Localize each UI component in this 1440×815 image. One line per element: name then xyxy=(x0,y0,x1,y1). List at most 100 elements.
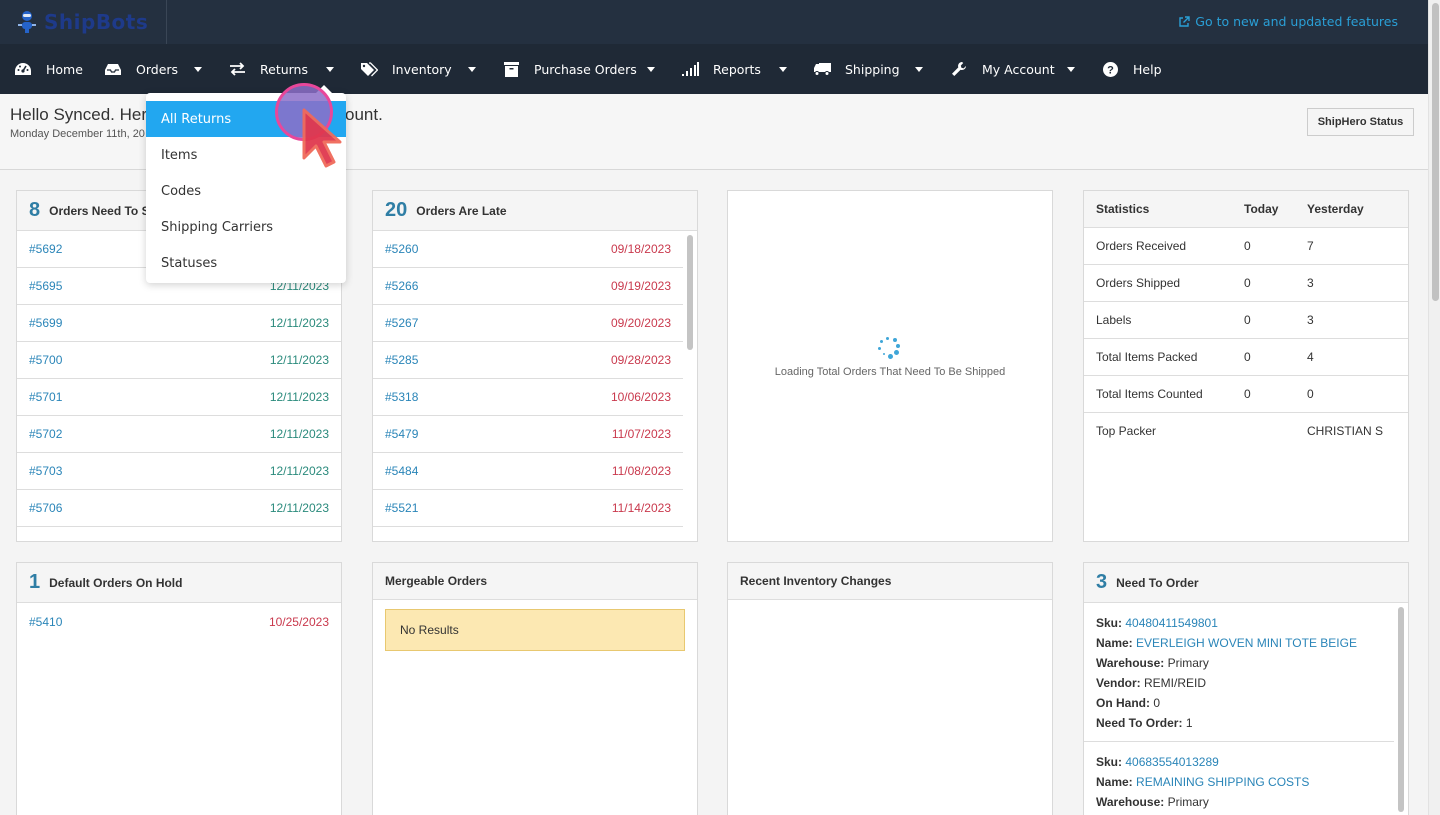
shipping-caret-icon[interactable] xyxy=(915,67,923,72)
stats-today: 0 xyxy=(1232,264,1295,302)
table-row[interactable]: #5318 10/06/2023 xyxy=(373,379,683,416)
table-row[interactable]: #5484 11/08/2023 xyxy=(373,453,683,490)
truck-icon xyxy=(813,61,831,77)
nav-my-account-label: My Account xyxy=(982,61,1055,77)
table-row[interactable]: #5706 12/11/2023 xyxy=(17,490,341,527)
order-link[interactable]: #5267 xyxy=(385,316,418,330)
warehouse-value: Primary xyxy=(1167,795,1209,809)
purchase-orders-caret-icon[interactable] xyxy=(647,67,655,72)
late-orders-list: #5260 09/18/2023 #5266 09/19/2023 #5267 09/20… xyxy=(373,231,683,527)
stats-yesterday: CHRISTIAN S xyxy=(1307,423,1384,438)
logo[interactable]: ShipBots xyxy=(16,0,168,44)
nav-inventory[interactable]: Inventory xyxy=(360,44,452,94)
product-name-link[interactable]: REMAINING SHIPPING COSTS xyxy=(1136,775,1309,789)
returns-caret-icon[interactable] xyxy=(326,67,334,72)
spinner-icon xyxy=(877,336,903,362)
statistics-panel: Statistics Today Yesterday Orders Receiv… xyxy=(1083,190,1409,542)
table-row[interactable]: #5260 09/18/2023 xyxy=(373,231,683,268)
table-row[interactable]: #5266 09/19/2023 xyxy=(373,268,683,305)
order-link[interactable]: #5701 xyxy=(29,390,62,404)
order-date: 12/11/2023 xyxy=(269,427,329,441)
order-link[interactable]: #5695 xyxy=(29,279,62,293)
order-link[interactable]: #5702 xyxy=(29,427,62,441)
new-features-link[interactable]: Go to new and updated features xyxy=(1178,14,1398,29)
exchange-icon xyxy=(228,61,246,77)
order-link[interactable]: #5285 xyxy=(385,353,418,367)
stats-header-label: Statistics xyxy=(1084,191,1232,228)
no-results-alert: No Results xyxy=(385,609,685,651)
stats-yesterday: 3 xyxy=(1295,264,1408,302)
orders-are-late-panel: 20 Orders Are Late #5260 09/18/2023 #5266 0… xyxy=(372,190,698,542)
order-date: 12/11/2023 xyxy=(269,390,329,404)
need-to-order-panel: 3 Need To Order Sku: 40480411549801 Name… xyxy=(1083,562,1409,815)
table-row[interactable]: #5285 09/28/2023 xyxy=(373,342,683,379)
list-item: Sku: 40480411549801 Name: EVERLEIGH WOVE… xyxy=(1084,603,1394,742)
late-list-scrollbar[interactable] xyxy=(687,235,693,350)
order-date: 12/11/2023 xyxy=(269,353,329,367)
svg-text:?: ? xyxy=(1107,64,1114,76)
order-link[interactable]: #5700 xyxy=(29,353,62,367)
sku-link[interactable]: 40480411549801 xyxy=(1125,616,1218,630)
name-label: Name: xyxy=(1096,775,1133,789)
statistics-table: Statistics Today Yesterday Orders Receiv… xyxy=(1084,191,1408,449)
current-date: Monday December 11th, 20 xyxy=(10,128,145,140)
panel-header: Mergeable Orders xyxy=(373,563,697,600)
stats-label: Total Items Counted xyxy=(1084,375,1232,413)
order-link[interactable]: #5266 xyxy=(385,279,418,293)
panel-title: Mergeable Orders xyxy=(385,574,488,588)
stats-header-today: Today xyxy=(1232,191,1295,228)
nav-purchase-orders[interactable]: Purchase Orders xyxy=(502,44,637,94)
menu-item-codes[interactable]: Codes xyxy=(146,173,346,209)
inventory-caret-icon[interactable] xyxy=(468,67,476,72)
shiphero-status-button[interactable]: ShipHero Status xyxy=(1307,108,1414,136)
order-link[interactable]: #5318 xyxy=(385,390,418,404)
on-hand-label: On Hand: xyxy=(1096,696,1150,710)
nav-help[interactable]: ? Help xyxy=(1101,44,1162,94)
order-link[interactable]: #5699 xyxy=(29,316,62,330)
nav-orders[interactable]: Orders xyxy=(104,44,178,94)
order-link[interactable]: #5692 xyxy=(29,242,62,256)
menu-item-statuses[interactable]: Statuses xyxy=(146,245,346,281)
order-date: 09/20/2023 xyxy=(610,316,671,330)
table-row[interactable]: #5703 12/11/2023 xyxy=(17,453,341,490)
order-link[interactable]: #5521 xyxy=(385,501,418,515)
orders-caret-icon[interactable] xyxy=(194,67,202,72)
my-account-caret-icon[interactable] xyxy=(1067,67,1075,72)
page-scrollbar-thumb[interactable] xyxy=(1432,3,1439,301)
nav-my-account[interactable]: My Account xyxy=(950,44,1055,94)
order-link[interactable]: #5260 xyxy=(385,242,418,256)
stats-yesterday: 7 xyxy=(1295,227,1408,265)
product-name-link[interactable]: EVERLEIGH WOVEN MINI TOTE BEIGE xyxy=(1136,636,1357,650)
orders-to-ship-chart-panel: Loading Total Orders That Need To Be Shi… xyxy=(727,190,1053,542)
table-row[interactable]: #5701 12/11/2023 xyxy=(17,379,341,416)
menu-item-shipping-carriers[interactable]: Shipping Carriers xyxy=(146,209,346,245)
need-to-order-scrollbar[interactable] xyxy=(1398,607,1404,812)
list-item: Sku: 40683554013289 Name: REMAINING SHIP… xyxy=(1084,742,1394,815)
order-link[interactable]: #5410 xyxy=(29,615,62,629)
order-date: 11/08/2023 xyxy=(611,464,671,478)
table-row[interactable]: #5479 11/07/2023 xyxy=(373,416,683,453)
nav-home-label: Home xyxy=(46,61,83,77)
on-hand-value: 0 xyxy=(1153,696,1161,710)
nav-shipping[interactable]: Shipping xyxy=(813,44,900,94)
nav-reports[interactable]: Reports xyxy=(681,44,761,94)
reports-caret-icon[interactable] xyxy=(779,67,787,72)
mouse-cursor-icon xyxy=(302,108,342,168)
nav-home[interactable]: Home xyxy=(14,44,83,94)
order-link[interactable]: #5484 xyxy=(385,464,418,478)
table-row[interactable]: #5267 09/20/2023 xyxy=(373,305,683,342)
stats-today: 0 xyxy=(1232,227,1295,265)
table-row[interactable]: #5702 12/11/2023 xyxy=(17,416,341,453)
page-scrollbar[interactable] xyxy=(1428,0,1440,815)
order-link[interactable]: #5706 xyxy=(29,501,62,515)
table-row[interactable]: #5410 10/25/2023 xyxy=(17,603,341,640)
table-row[interactable]: #5521 11/14/2023 xyxy=(373,490,683,527)
table-row[interactable]: #5699 12/11/2023 xyxy=(17,305,341,342)
need-to-order-label: Need To Order: xyxy=(1096,716,1183,730)
sku-link[interactable]: 40683554013289 xyxy=(1125,755,1218,769)
table-row[interactable]: #5700 12/11/2023 xyxy=(17,342,341,379)
order-link[interactable]: #5479 xyxy=(385,427,418,441)
warehouse-label: Warehouse: xyxy=(1096,795,1165,809)
order-link[interactable]: #5703 xyxy=(29,464,62,478)
greeting-end: ount. xyxy=(345,105,383,124)
